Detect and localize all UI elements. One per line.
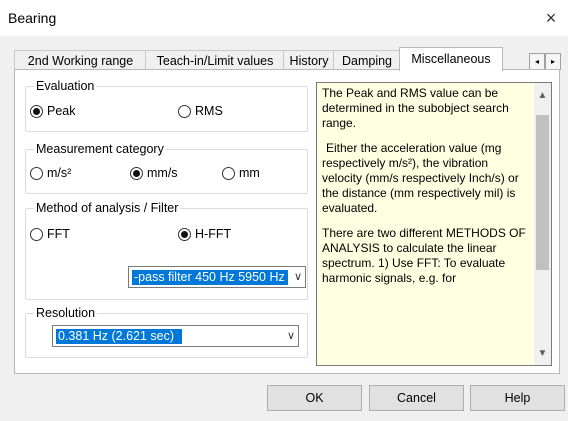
method-of-analysis-group: Method of analysis / Filter FFT H-FFT -p… [25, 200, 308, 300]
scroll-thumb[interactable] [536, 115, 549, 270]
tab-miscellaneous[interactable]: Miscellaneous [399, 47, 503, 71]
radio-fft-label: FFT [47, 227, 70, 241]
radio-h-fft-label: H-FFT [195, 227, 232, 241]
close-icon[interactable]: × [538, 6, 564, 30]
radio-peak-label: Peak [47, 104, 76, 118]
help-button[interactable]: Help [470, 385, 565, 411]
evaluation-group: Evaluation Peak RMS [25, 78, 308, 132]
resolution-group: Resolution 0.381 Hz (2.621 sec) ∨ [25, 305, 308, 358]
radio-mm-s-label: mm/s [147, 166, 178, 180]
chevron-down-icon[interactable]: ∨ [294, 270, 302, 283]
title-bar: Bearing × [0, 0, 568, 36]
radio-peak[interactable]: Peak [30, 104, 76, 118]
evaluation-legend: Evaluation [34, 78, 97, 94]
help-scrollbar[interactable]: ▲ ▼ [534, 83, 551, 365]
radio-m-s2[interactable]: m/s² [30, 166, 71, 180]
radio-mm-s[interactable]: mm/s [130, 166, 178, 180]
filter-dropdown[interactable]: -pass filter 450 Hz 5950 Hz ∨ [128, 266, 306, 288]
tab-teach-in-limit-values[interactable]: Teach-in/Limit values [145, 50, 285, 71]
measurement-category-legend: Measurement category [34, 141, 166, 157]
help-text: The Peak and RMS value can be determined… [322, 86, 528, 296]
radio-h-fft[interactable]: H-FFT [178, 227, 231, 241]
ok-button[interactable]: OK [267, 385, 362, 411]
radio-peak-indicator [30, 104, 43, 118]
help-paragraph: The Peak and RMS value can be determined… [322, 86, 509, 130]
radio-m-s2-indicator [30, 166, 43, 180]
radio-rms-indicator [178, 104, 191, 118]
measurement-category-group: Measurement category m/s² mm/s mm [25, 141, 308, 194]
tab-scroll-left-icon[interactable]: ◂ [529, 53, 545, 70]
filter-dropdown-value: -pass filter 450 Hz 5950 Hz [132, 270, 288, 285]
chevron-down-icon[interactable]: ∨ [287, 329, 295, 342]
help-paragraph: There are two different METHODS OF ANALY… [322, 226, 526, 285]
resolution-legend: Resolution [34, 305, 98, 321]
scroll-down-icon[interactable]: ▼ [534, 345, 551, 362]
radio-h-fft-indicator [178, 227, 191, 241]
tab-scroll-right-icon[interactable]: ▸ [545, 53, 561, 70]
tab-history[interactable]: History [283, 50, 335, 71]
tab-2nd-working-range[interactable]: 2nd Working range [14, 50, 147, 71]
miscellaneous-panel: Evaluation Peak RMS Measurement category… [14, 69, 560, 374]
radio-mm-s-indicator [130, 166, 143, 180]
radio-mm-label: mm [239, 166, 260, 180]
radio-rms[interactable]: RMS [178, 104, 223, 118]
cancel-button[interactable]: Cancel [369, 385, 464, 411]
radio-mm-indicator [222, 166, 235, 180]
tab-strip: 2nd Working range Teach-in/Limit values … [14, 47, 564, 71]
radio-rms-label: RMS [195, 104, 223, 118]
radio-mm[interactable]: mm [222, 166, 260, 180]
method-of-analysis-legend: Method of analysis / Filter [34, 200, 181, 216]
radio-fft-indicator [30, 227, 43, 241]
resolution-dropdown[interactable]: 0.381 Hz (2.621 sec) ∨ [52, 325, 299, 347]
tab-damping[interactable]: Damping [333, 50, 401, 71]
scroll-up-icon[interactable]: ▲ [534, 87, 551, 104]
radio-fft[interactable]: FFT [30, 227, 70, 241]
radio-m-s2-label: m/s² [47, 166, 72, 180]
help-paragraph: Either the acceleration value (mg respec… [322, 141, 519, 215]
window-title: Bearing [8, 10, 57, 26]
help-textbox[interactable]: The Peak and RMS value can be determined… [316, 82, 552, 366]
resolution-dropdown-value: 0.381 Hz (2.621 sec) [56, 329, 182, 344]
